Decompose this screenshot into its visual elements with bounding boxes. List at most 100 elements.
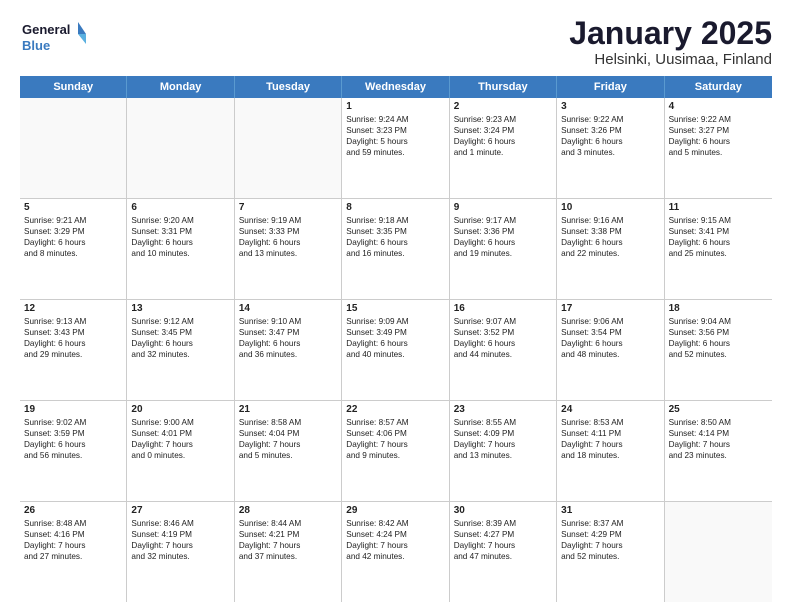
day-number: 13 bbox=[131, 303, 229, 314]
day-info: Sunrise: 9:22 AM Sunset: 3:26 PM Dayligh… bbox=[561, 115, 623, 157]
day-info: Sunrise: 9:18 AM Sunset: 3:35 PM Dayligh… bbox=[346, 216, 408, 258]
day-number: 26 bbox=[24, 505, 122, 516]
day-info: Sunrise: 8:53 AM Sunset: 4:11 PM Dayligh… bbox=[561, 418, 623, 460]
day-number: 15 bbox=[346, 303, 444, 314]
day-info: Sunrise: 9:13 AM Sunset: 3:43 PM Dayligh… bbox=[24, 317, 86, 359]
calendar-cell: 26Sunrise: 8:48 AM Sunset: 4:16 PM Dayli… bbox=[20, 502, 127, 602]
calendar-row-3: 19 Sunrise: 9:02 AM Sunset: 3:59 PM Dayli… bbox=[20, 401, 772, 502]
day-number: 17 bbox=[561, 303, 659, 314]
subtitle: Helsinki, Uusimaa, Finland bbox=[569, 51, 772, 68]
header-cell-monday: Monday bbox=[127, 76, 234, 98]
day-info: Sunrise: 9:06 AM Sunset: 3:54 PM Dayligh… bbox=[561, 317, 623, 359]
calendar-cell: 6Sunrise: 9:20 AM Sunset: 3:31 PM Daylig… bbox=[127, 199, 234, 299]
calendar-cell: 30 Sunrise: 8:39 AM Sunset: 4:27 PM Dayli… bbox=[450, 502, 557, 602]
calendar-row-4: 26Sunrise: 8:48 AM Sunset: 4:16 PM Dayli… bbox=[20, 502, 772, 602]
day-number: 8 bbox=[346, 202, 444, 213]
day-number: 7 bbox=[239, 202, 337, 213]
calendar-cell: 3 Sunrise: 9:22 AM Sunset: 3:26 PM Daylig… bbox=[557, 98, 664, 198]
logo-svg: General Blue bbox=[20, 16, 90, 56]
day-info: Sunrise: 8:46 AM Sunset: 4:19 PM Dayligh… bbox=[131, 519, 193, 561]
day-number: 28 bbox=[239, 505, 337, 516]
calendar-cell: 25Sunrise: 8:50 AM Sunset: 4:14 PM Dayli… bbox=[665, 401, 772, 501]
calendar-row-1: 5Sunrise: 9:21 AM Sunset: 3:29 PM Daylig… bbox=[20, 199, 772, 300]
month-title: January 2025 bbox=[569, 16, 772, 51]
day-number: 4 bbox=[669, 101, 768, 112]
day-number: 11 bbox=[669, 202, 768, 213]
day-info: Sunrise: 8:58 AM Sunset: 4:04 PM Dayligh… bbox=[239, 418, 301, 460]
day-number: 25 bbox=[669, 404, 768, 415]
day-number: 5 bbox=[24, 202, 122, 213]
day-info: Sunrise: 9:22 AM Sunset: 3:27 PM Dayligh… bbox=[669, 115, 731, 157]
day-info: Sunrise: 8:55 AM Sunset: 4:09 PM Dayligh… bbox=[454, 418, 516, 460]
calendar-cell: 14Sunrise: 9:10 AM Sunset: 3:47 PM Dayli… bbox=[235, 300, 342, 400]
day-number: 23 bbox=[454, 404, 552, 415]
calendar-cell: 13 Sunrise: 9:12 AM Sunset: 3:45 PM Dayli… bbox=[127, 300, 234, 400]
calendar: SundayMondayTuesdayWednesdayThursdayFrid… bbox=[20, 76, 772, 602]
day-number: 27 bbox=[131, 505, 229, 516]
header-cell-friday: Friday bbox=[557, 76, 664, 98]
calendar-cell bbox=[127, 98, 234, 198]
title-block: January 2025 Helsinki, Uusimaa, Finland bbox=[569, 16, 772, 68]
day-number: 16 bbox=[454, 303, 552, 314]
header-cell-wednesday: Wednesday bbox=[342, 76, 449, 98]
day-info: Sunrise: 9:02 AM Sunset: 3:59 PM Dayligh… bbox=[24, 418, 86, 460]
calendar-cell bbox=[20, 98, 127, 198]
header-cell-sunday: Sunday bbox=[20, 76, 127, 98]
calendar-cell: 27 Sunrise: 8:46 AM Sunset: 4:19 PM Dayli… bbox=[127, 502, 234, 602]
day-number: 29 bbox=[346, 505, 444, 516]
day-number: 2 bbox=[454, 101, 552, 112]
calendar-cell: 5Sunrise: 9:21 AM Sunset: 3:29 PM Daylig… bbox=[20, 199, 127, 299]
page: General Blue January 2025 Helsinki, Uusi… bbox=[0, 0, 792, 612]
day-info: Sunrise: 9:10 AM Sunset: 3:47 PM Dayligh… bbox=[239, 317, 301, 359]
calendar-cell: 2Sunrise: 9:23 AM Sunset: 3:24 PM Daylig… bbox=[450, 98, 557, 198]
day-info: Sunrise: 9:09 AM Sunset: 3:49 PM Dayligh… bbox=[346, 317, 408, 359]
calendar-row-2: 12Sunrise: 9:13 AM Sunset: 3:43 PM Dayli… bbox=[20, 300, 772, 401]
day-info: Sunrise: 9:17 AM Sunset: 3:36 PM Dayligh… bbox=[454, 216, 516, 258]
calendar-row-0: 1Sunrise: 9:24 AM Sunset: 3:23 PM Daylig… bbox=[20, 98, 772, 199]
day-info: Sunrise: 8:44 AM Sunset: 4:21 PM Dayligh… bbox=[239, 519, 301, 561]
day-info: Sunrise: 9:00 AM Sunset: 4:01 PM Dayligh… bbox=[131, 418, 193, 460]
day-info: Sunrise: 8:42 AM Sunset: 4:24 PM Dayligh… bbox=[346, 519, 408, 561]
calendar-cell: 17 Sunrise: 9:06 AM Sunset: 3:54 PM Dayli… bbox=[557, 300, 664, 400]
day-number: 19 bbox=[24, 404, 122, 415]
logo: General Blue bbox=[20, 16, 90, 56]
day-number: 9 bbox=[454, 202, 552, 213]
calendar-cell: 12Sunrise: 9:13 AM Sunset: 3:43 PM Dayli… bbox=[20, 300, 127, 400]
day-info: Sunrise: 9:16 AM Sunset: 3:38 PM Dayligh… bbox=[561, 216, 623, 258]
day-info: Sunrise: 9:20 AM Sunset: 3:31 PM Dayligh… bbox=[131, 216, 193, 258]
calendar-cell: 11Sunrise: 9:15 AM Sunset: 3:41 PM Dayli… bbox=[665, 199, 772, 299]
calendar-cell: 19 Sunrise: 9:02 AM Sunset: 3:59 PM Dayli… bbox=[20, 401, 127, 501]
calendar-cell: 15 Sunrise: 9:09 AM Sunset: 3:49 PM Dayli… bbox=[342, 300, 449, 400]
calendar-cell: 23 Sunrise: 8:55 AM Sunset: 4:09 PM Dayli… bbox=[450, 401, 557, 501]
calendar-cell: 18Sunrise: 9:04 AM Sunset: 3:56 PM Dayli… bbox=[665, 300, 772, 400]
calendar-cell: 28 Sunrise: 8:44 AM Sunset: 4:21 PM Dayli… bbox=[235, 502, 342, 602]
calendar-cell: 31 Sunrise: 8:37 AM Sunset: 4:29 PM Dayli… bbox=[557, 502, 664, 602]
day-number: 3 bbox=[561, 101, 659, 112]
day-number: 30 bbox=[454, 505, 552, 516]
day-number: 24 bbox=[561, 404, 659, 415]
day-info: Sunrise: 9:07 AM Sunset: 3:52 PM Dayligh… bbox=[454, 317, 516, 359]
day-number: 21 bbox=[239, 404, 337, 415]
day-number: 10 bbox=[561, 202, 659, 213]
day-info: Sunrise: 9:12 AM Sunset: 3:45 PM Dayligh… bbox=[131, 317, 193, 359]
svg-text:General: General bbox=[22, 22, 70, 37]
calendar-cell: 21 Sunrise: 8:58 AM Sunset: 4:04 PM Dayli… bbox=[235, 401, 342, 501]
calendar-cell: 1Sunrise: 9:24 AM Sunset: 3:23 PM Daylig… bbox=[342, 98, 449, 198]
calendar-cell bbox=[235, 98, 342, 198]
day-info: Sunrise: 9:19 AM Sunset: 3:33 PM Dayligh… bbox=[239, 216, 301, 258]
calendar-cell: 8 Sunrise: 9:18 AM Sunset: 3:35 PM Daylig… bbox=[342, 199, 449, 299]
svg-text:Blue: Blue bbox=[22, 38, 50, 53]
day-info: Sunrise: 8:39 AM Sunset: 4:27 PM Dayligh… bbox=[454, 519, 516, 561]
calendar-header: SundayMondayTuesdayWednesdayThursdayFrid… bbox=[20, 76, 772, 98]
calendar-cell: 22Sunrise: 8:57 AM Sunset: 4:06 PM Dayli… bbox=[342, 401, 449, 501]
calendar-cell: 29 Sunrise: 8:42 AM Sunset: 4:24 PM Dayli… bbox=[342, 502, 449, 602]
calendar-body: 1Sunrise: 9:24 AM Sunset: 3:23 PM Daylig… bbox=[20, 98, 772, 602]
header-cell-saturday: Saturday bbox=[665, 76, 772, 98]
day-number: 31 bbox=[561, 505, 659, 516]
day-number: 22 bbox=[346, 404, 444, 415]
day-info: Sunrise: 8:37 AM Sunset: 4:29 PM Dayligh… bbox=[561, 519, 623, 561]
header: General Blue January 2025 Helsinki, Uusi… bbox=[20, 16, 772, 68]
calendar-cell: 7 Sunrise: 9:19 AM Sunset: 3:33 PM Daylig… bbox=[235, 199, 342, 299]
calendar-cell: 10 Sunrise: 9:16 AM Sunset: 3:38 PM Dayli… bbox=[557, 199, 664, 299]
header-cell-thursday: Thursday bbox=[450, 76, 557, 98]
